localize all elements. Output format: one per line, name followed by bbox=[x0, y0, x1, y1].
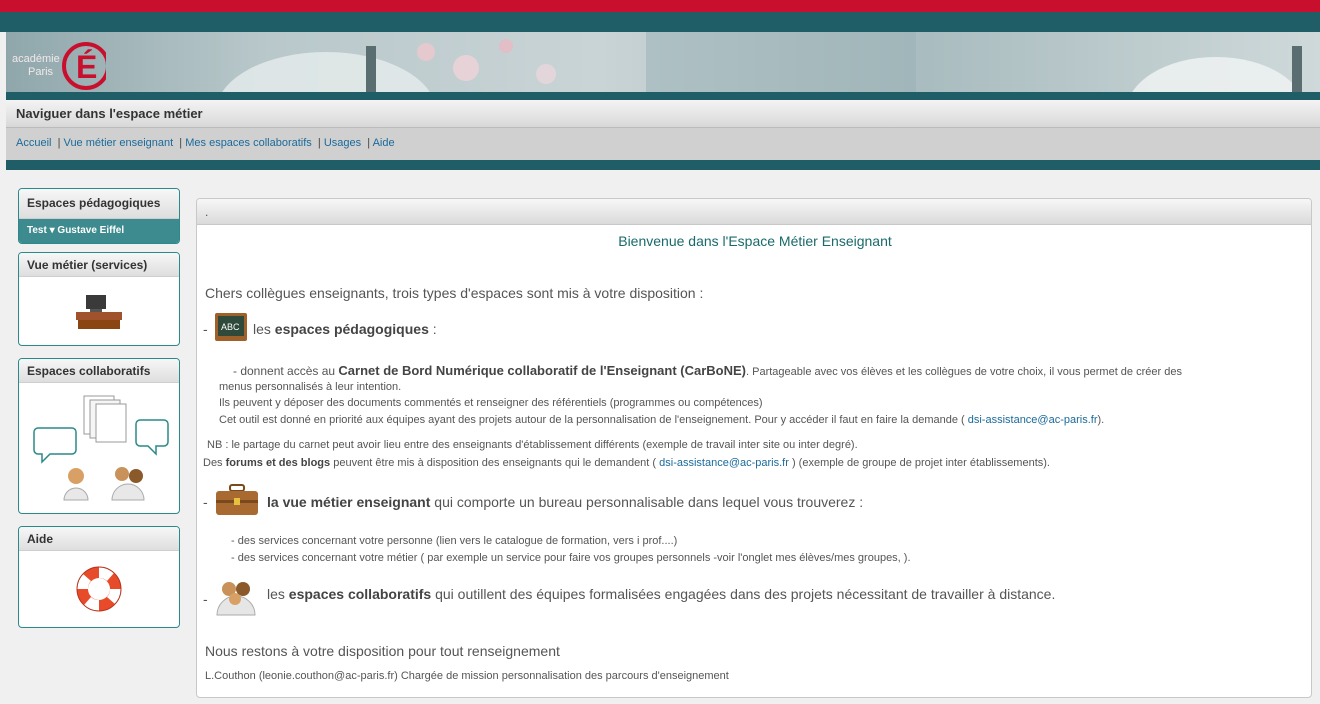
forums-bold: forums et des blogs bbox=[225, 457, 331, 469]
sidebar-vue-metier[interactable]: Vue métier (services) bbox=[18, 252, 180, 346]
logo-line1: académie bbox=[12, 53, 60, 65]
sidebar-espaces-pedagogiques: Espaces pédagogiques Test ▾ Gustave Eiff… bbox=[18, 188, 180, 244]
sec1-line3: Ils peuvent y déposer des documents comm… bbox=[219, 397, 763, 409]
sidebar-pedagogiques-selector: Test ▾ Gustave Eiffel bbox=[19, 219, 179, 243]
sec1-l1-post: . Partageable avec vos élèves et les col… bbox=[746, 366, 1182, 378]
sec1-line4: Cet outil est donné en priorité aux équi… bbox=[219, 414, 1104, 426]
dsi-assistance-link-2[interactable]: dsi-assistance@ac-paris.fr bbox=[659, 457, 789, 469]
sec1-l1-bold: Carnet de Bord Numérique collaboratif de… bbox=[338, 363, 746, 378]
top-red-bar bbox=[0, 0, 1320, 12]
welcome-title: Bienvenue dans l'Espace Métier Enseignan… bbox=[618, 233, 892, 249]
chalkboard-text: ABC bbox=[221, 322, 240, 332]
logo-line2: Paris bbox=[28, 66, 54, 78]
sec1-bold: espaces pédagogiques bbox=[274, 321, 429, 337]
group-users-icon bbox=[213, 577, 259, 624]
sec1-l1-pre: - donnent accès au bbox=[233, 364, 339, 378]
nav-link-aide[interactable]: Aide bbox=[373, 137, 395, 149]
collaboration-icon[interactable] bbox=[24, 388, 174, 508]
header-banner bbox=[6, 32, 1320, 96]
sec1-dash: - bbox=[203, 321, 208, 337]
forums-text: Des forums et des blogs peuvent être mis… bbox=[203, 457, 1050, 469]
nav-link-usages[interactable]: Usages bbox=[324, 137, 361, 149]
nav-link-espaces-collaboratifs[interactable]: Mes espaces collaboratifs bbox=[185, 137, 312, 149]
sec2-line2: - des services concernant votre métier (… bbox=[231, 552, 911, 564]
closing-text: Nous restons à votre disposition pour to… bbox=[205, 643, 560, 659]
nb-text: NB : le partage du carnet peut avoir lie… bbox=[207, 439, 858, 451]
selector-school[interactable]: Gustave Eiffel bbox=[57, 225, 124, 236]
desk-icon[interactable] bbox=[74, 291, 124, 331]
sec2-dash: - bbox=[203, 494, 208, 510]
sidebar-vue-metier-title: Vue métier (services) bbox=[19, 253, 179, 277]
sec3-dash: - bbox=[203, 591, 208, 607]
main-panel-header: . bbox=[197, 199, 1311, 225]
lifebuoy-icon[interactable] bbox=[73, 563, 125, 615]
chevron-down-icon[interactable]: ▾ bbox=[50, 225, 55, 236]
sec1-l4-pre: Cet outil est donné en priorité aux équi… bbox=[219, 414, 968, 426]
sec1-line1: - donnent accès au Carnet de Bord Numéri… bbox=[233, 363, 1182, 378]
sidebar-aide[interactable]: Aide bbox=[18, 526, 180, 628]
top-teal-bar bbox=[0, 12, 1320, 32]
sec1-l4-post: ). bbox=[1097, 414, 1105, 426]
forums-post: ) (exemple de groupe de projet inter éta… bbox=[788, 457, 1050, 469]
nav-link-accueil[interactable]: Accueil bbox=[16, 137, 51, 149]
sec2-bold: la vue métier enseignant bbox=[267, 494, 431, 510]
banner-strip bbox=[6, 92, 1320, 100]
sec3-pre: les bbox=[267, 586, 289, 602]
sidebar-espaces-collaboratifs[interactable]: Espaces collaboratifs bbox=[18, 358, 180, 514]
sec1-post: : bbox=[428, 321, 437, 337]
sidebar-collaboratifs-title: Espaces collaboratifs bbox=[19, 359, 179, 383]
sidebar-pedagogiques-title: Espaces pédagogiques bbox=[19, 189, 179, 219]
sec3-heading: les espaces collaboratifs qui outillent … bbox=[267, 586, 1055, 602]
sec2-line1: - des services concernant votre personne… bbox=[231, 535, 678, 547]
academie-paris-logo[interactable]: académie Paris É bbox=[10, 40, 110, 92]
sec2-heading: la vue métier enseignant qui comporte un… bbox=[267, 494, 863, 510]
sec3-post: qui outillent des équipes formalisées en… bbox=[431, 586, 1056, 602]
nav-links: Accueil | Vue métier enseignant | Mes es… bbox=[6, 128, 1320, 160]
signature-text: L.Couthon (leonie.couthon@ac-paris.fr) C… bbox=[205, 670, 729, 682]
selector-test[interactable]: Test bbox=[27, 225, 47, 236]
logo-letter: É bbox=[76, 49, 97, 85]
nav-bottom-bar bbox=[6, 160, 1320, 170]
nav-link-vue-metier[interactable]: Vue métier enseignant bbox=[64, 137, 174, 149]
sidebar-aide-title: Aide bbox=[19, 527, 179, 551]
sec3-bold: espaces collaboratifs bbox=[288, 586, 432, 602]
sec1-pre: les bbox=[253, 321, 275, 337]
forums-mid: peuvent être mis à disposition des ensei… bbox=[330, 457, 660, 469]
sec1-heading: les espaces pédagogiques : bbox=[253, 321, 437, 337]
intro-text: Chers collègues enseignants, trois types… bbox=[205, 285, 704, 301]
nav-title-bar: Naviguer dans l'espace métier bbox=[6, 100, 1320, 128]
main-panel: . Bienvenue dans l'Espace Métier Enseign… bbox=[196, 198, 1312, 698]
forums-pre: Des bbox=[203, 457, 226, 469]
banner-decoration bbox=[219, 32, 1303, 96]
dsi-assistance-link-1[interactable]: dsi-assistance@ac-paris.fr bbox=[968, 414, 1098, 426]
sec1-line2: menus personnalisés à leur intention. bbox=[219, 381, 402, 393]
briefcase-icon bbox=[215, 483, 259, 522]
chalkboard-icon: ABC bbox=[215, 313, 247, 348]
nav-title: Naviguer dans l'espace métier bbox=[16, 106, 203, 121]
sec2-post: qui comporte un bureau personnalisable d… bbox=[430, 494, 864, 510]
